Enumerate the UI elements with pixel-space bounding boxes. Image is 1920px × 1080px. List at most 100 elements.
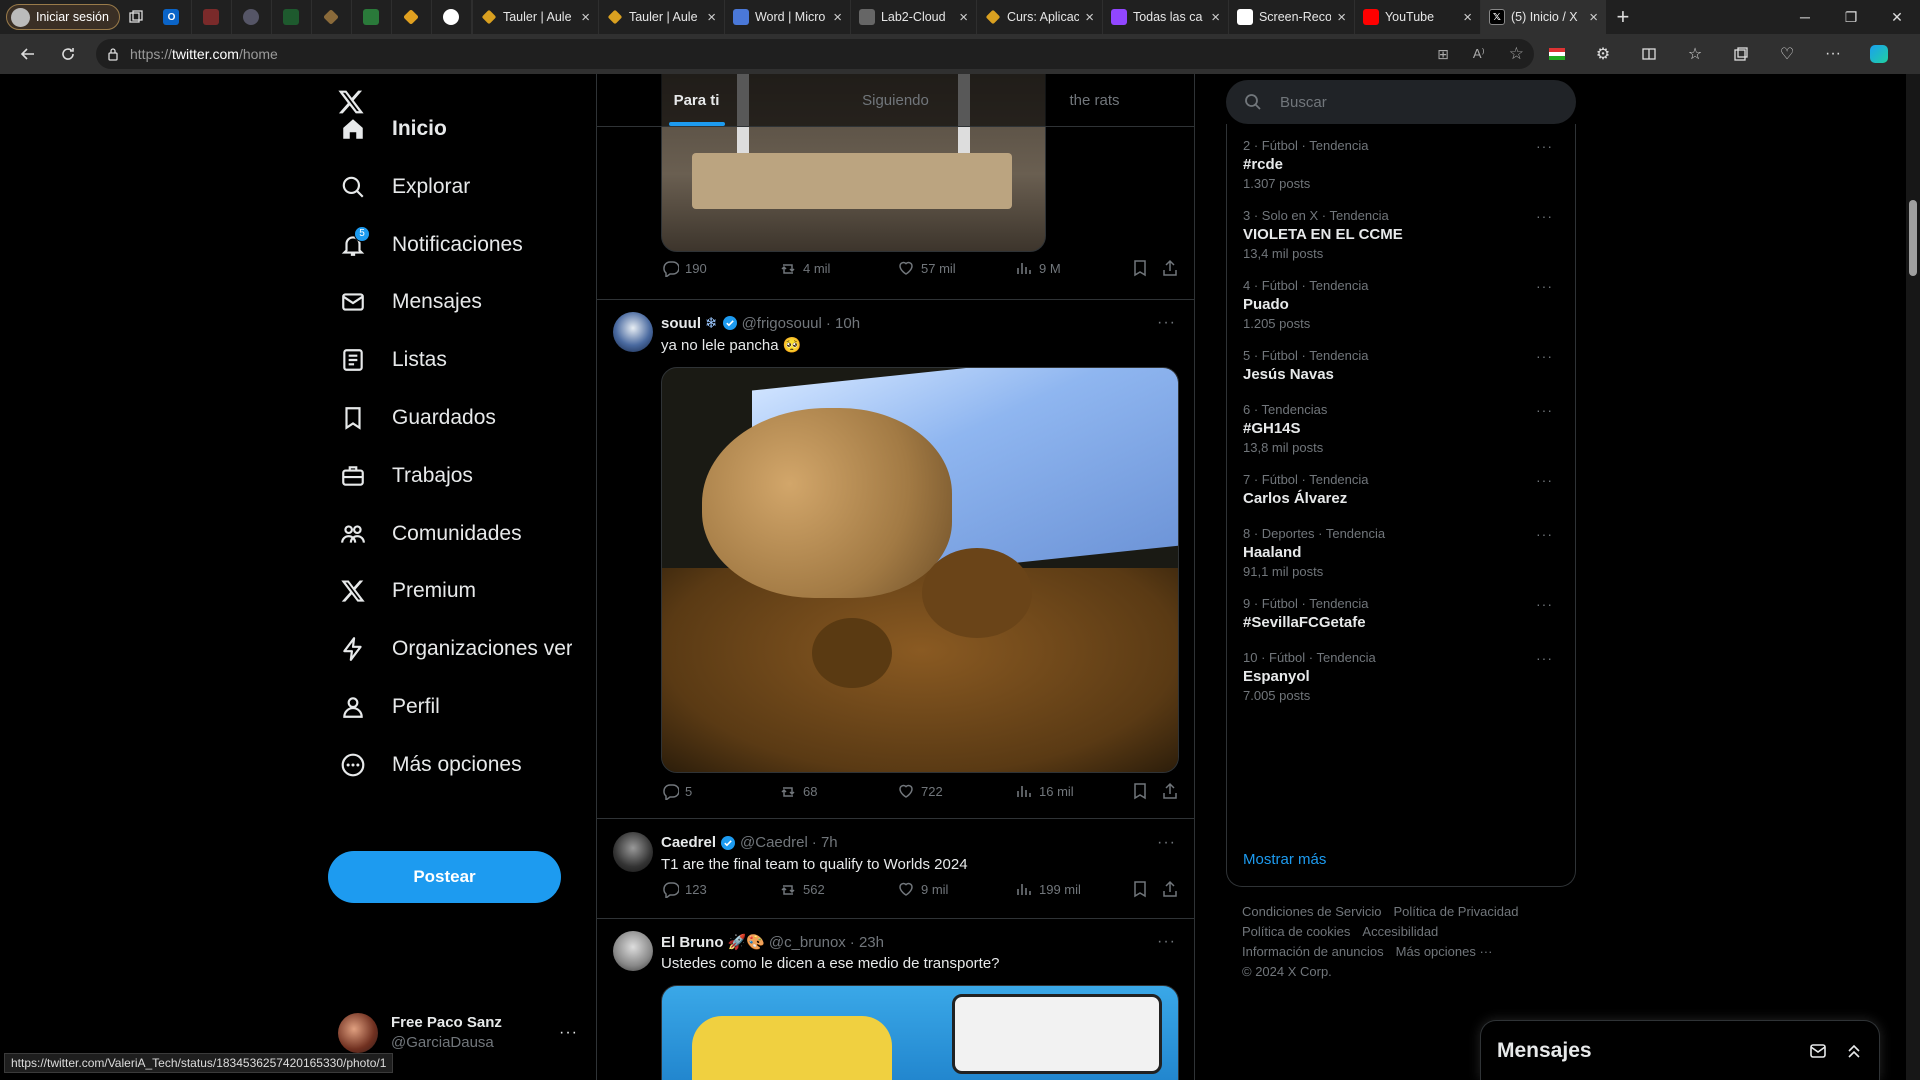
close-tab-icon[interactable]: × [1085,9,1094,26]
avatar[interactable] [613,832,653,872]
reply-button[interactable]: 190 [661,259,707,277]
pinned-tab-outlook[interactable]: O [152,0,192,34]
trend-more-icon[interactable]: ··· [1536,138,1553,154]
messages-drawer[interactable]: Mensajes [1480,1020,1880,1080]
views-button[interactable]: 16 mil [1015,782,1074,800]
settings-more-icon[interactable]: ··· [1810,34,1856,74]
avatar[interactable] [613,931,653,971]
browser-tab[interactable]: Word | Micro × [723,0,850,34]
search-input[interactable]: Buscar [1226,80,1576,124]
close-tab-icon[interactable]: × [707,9,716,26]
footer-link[interactable]: Información de anuncios [1242,942,1384,962]
trend-more-icon[interactable]: ··· [1536,472,1553,488]
browser-tab[interactable]: Lab2-Cloud × [849,0,976,34]
trend-more-icon[interactable]: ··· [1536,596,1553,612]
extensions-icon[interactable]: ⚙ [1580,34,1626,74]
browser-tab[interactable]: Todas las ca × [1101,0,1228,34]
tweet-author-name[interactable]: Caedrel [661,834,716,851]
nav-item-organizaciones[interactable]: Organizaciones ver [330,624,572,674]
nav-item-guardados[interactable]: Guardados [330,393,572,443]
avatar[interactable] [613,312,653,352]
share-icon[interactable] [1161,259,1179,277]
show-more-link[interactable]: Mostrar más [1243,851,1326,868]
nav-item-listas[interactable]: Listas [330,335,572,385]
browser-tab[interactable]: Curs: Aplicac × [975,0,1102,34]
tweet-image[interactable] [661,985,1179,1080]
trend-more-icon[interactable]: ··· [1536,650,1553,666]
nav-item-comunidades[interactable]: Comunidades [330,509,572,559]
nav-item-premium[interactable]: Premium [330,566,572,616]
trend-more-icon[interactable]: ··· [1536,526,1553,542]
pinned-tab-2[interactable] [192,0,232,34]
profile-signin-button[interactable]: Iniciar sesión [6,4,120,30]
restore-button[interactable]: ❐ [1828,0,1874,34]
post-button[interactable]: Postear [328,851,561,903]
footer-link[interactable]: Condiciones de Servicio [1242,902,1381,922]
close-tab-icon[interactable]: × [1211,9,1220,26]
tweet-author-handle[interactable]: @c_brunox [769,934,846,951]
trend-item[interactable]: 8 · Deportes · Tendencia Haaland 91,1 mil … [1243,526,1563,579]
trend-more-icon[interactable]: ··· [1536,278,1553,294]
like-button[interactable]: 57 mil [897,259,956,277]
favorites-icon[interactable]: ☆ [1672,34,1718,74]
tweet-time[interactable]: · 7h [812,834,838,851]
browser-tab[interactable]: Screen-Reco × [1227,0,1354,34]
trend-item[interactable]: 2 · Fútbol · Tendencia #rcde 1.307 posts ··… [1243,138,1563,191]
scrollbar[interactable] [1906,74,1920,1080]
tweet-author-handle[interactable]: @Caedrel [740,834,808,851]
pinned-tab-3[interactable] [232,0,272,34]
tweet-author-handle[interactable]: @frigosouul [742,315,822,332]
tweet-time[interactable]: · 10h [826,315,860,332]
browser-tab[interactable]: Tauler | Aule × [471,0,598,34]
nav-item-explorar[interactable]: Explorar [330,162,572,212]
read-aloud-icon[interactable]: A⁾ [1473,46,1485,62]
refresh-button[interactable] [48,34,88,74]
nav-item-notificaciones[interactable]: 5 Notificaciones [330,220,572,270]
favorite-star-icon[interactable]: ☆ [1509,44,1524,64]
pinned-tab-4[interactable] [272,0,312,34]
close-window-button[interactable]: ✕ [1874,0,1920,34]
trend-item[interactable]: 9 · Fútbol · Tendencia #SevillaFCGetafe ··… [1243,596,1563,631]
tweet-author-name[interactable]: El Bruno [661,934,724,951]
bookmark-icon[interactable] [1131,782,1149,800]
nav-item-trabajos[interactable]: Trabajos [330,451,572,501]
collections-icon[interactable] [1718,34,1764,74]
close-tab-icon[interactable]: × [833,9,842,26]
bookmark-icon[interactable] [1131,259,1149,277]
browser-tab[interactable]: 𝕏 (5) Inicio / X × [1479,0,1606,34]
tweet-time[interactable]: · 23h [850,934,884,951]
footer-link[interactable]: Accesibilidad [1362,922,1438,942]
footer-link[interactable]: Política de Privacidad [1393,902,1518,922]
tab-para-ti[interactable]: Para ti [597,74,796,126]
browser-tab[interactable]: Tauler | Aule × [597,0,724,34]
tweet-more-icon[interactable]: ··· [1157,834,1176,852]
trend-item[interactable]: 7 · Fútbol · Tendencia Carlos Álvarez ··· [1243,472,1563,507]
nav-item-mensajes[interactable]: Mensajes [330,277,572,327]
views-button[interactable]: 9 M [1015,259,1061,277]
chevron-up-icon[interactable] [1845,1042,1863,1060]
account-switcher[interactable]: Free Paco Sanz @GarciaDausa ··· [338,1008,578,1058]
views-button[interactable]: 199 mil [1015,880,1081,898]
repost-button[interactable]: 4 mil [779,259,830,277]
share-icon[interactable] [1161,782,1179,800]
tab-siguiendo[interactable]: Siguiendo [796,74,995,126]
copilot-icon[interactable] [1856,34,1902,74]
trend-more-icon[interactable]: ··· [1536,348,1553,364]
share-icon[interactable] [1161,880,1179,898]
trend-item[interactable]: 6 · Tendencias #GH14S 13,8 mil posts ··· [1243,402,1563,455]
reply-button[interactable]: 123 [661,880,707,898]
close-tab-icon[interactable]: × [1337,9,1346,26]
repost-button[interactable]: 562 [779,880,825,898]
trend-item[interactable]: 3 · Solo en X · Tendencia VIOLETA EN EL C… [1243,208,1563,261]
pinned-tab-6[interactable] [352,0,392,34]
tweet-more-icon[interactable]: ··· [1157,314,1176,332]
pinned-tab-7[interactable] [392,0,432,34]
pinned-tab-chatgpt[interactable] [432,0,472,34]
minimize-button[interactable]: ─ [1782,0,1828,34]
repost-button[interactable]: 68 [779,782,817,800]
close-tab-icon[interactable]: × [959,9,968,26]
bookmark-icon[interactable] [1131,880,1149,898]
browser-tab[interactable]: YouTube × [1353,0,1480,34]
tab-the-rats[interactable]: the rats [995,74,1194,126]
close-tab-icon[interactable]: × [581,9,590,26]
